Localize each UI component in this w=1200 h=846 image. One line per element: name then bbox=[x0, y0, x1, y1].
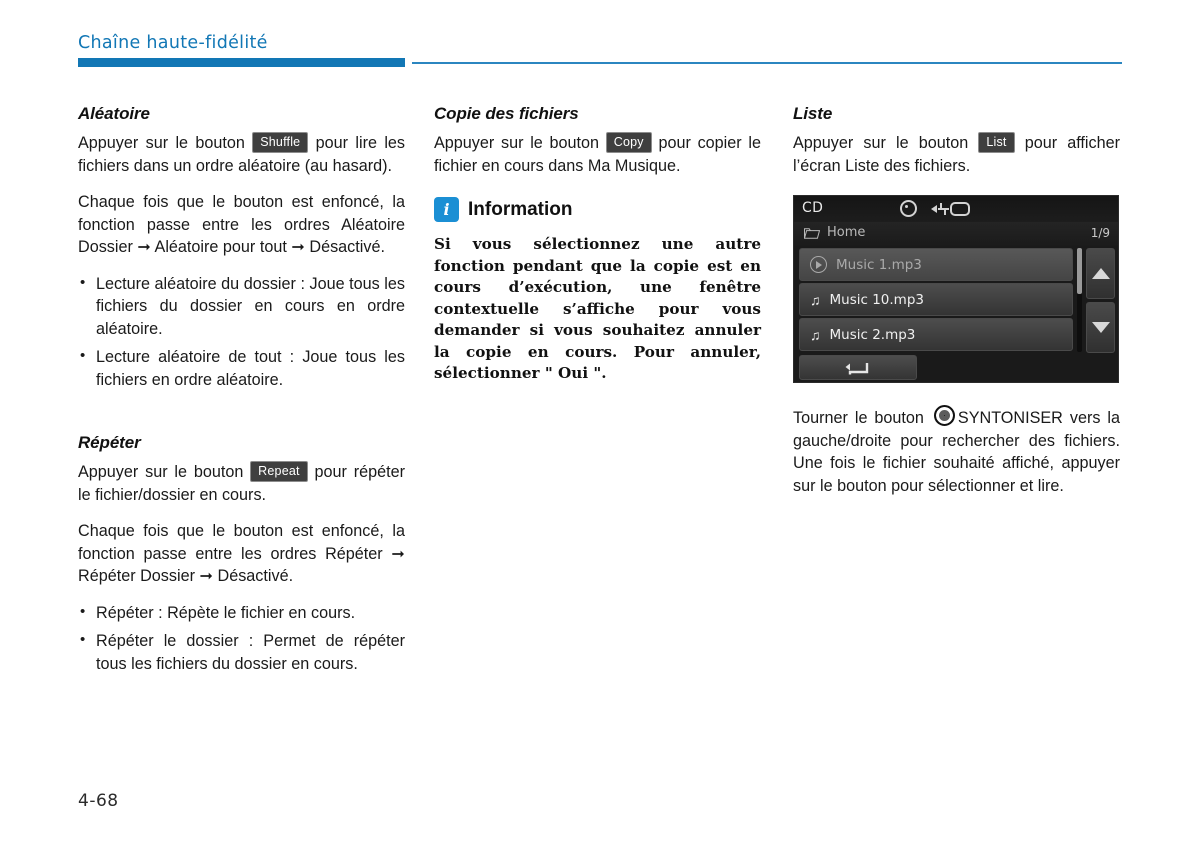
section-title-copy: Copie des fichiers bbox=[434, 104, 579, 123]
header-rule-thick bbox=[78, 58, 405, 67]
shuffle-bullet-list: Lecture aléatoire du dossier : Joue tous… bbox=[78, 272, 405, 392]
information-header: i Information bbox=[434, 197, 761, 222]
screen-scrollbar[interactable] bbox=[1077, 248, 1082, 352]
column-right: Liste Appuyer sur le bouton List pour af… bbox=[793, 104, 1120, 497]
list-item-label: Music 2.mp3 bbox=[829, 326, 916, 343]
list-intro-paragraph: Appuyer sur le bouton List pour afficher… bbox=[793, 132, 1120, 177]
usb-icon bbox=[931, 201, 970, 216]
list-item: Lecture aléatoire de tout : Joue tous le… bbox=[78, 345, 405, 391]
screen-path-label: Home bbox=[827, 225, 866, 240]
disc-icon bbox=[900, 200, 917, 217]
page-number: 4-68 bbox=[78, 791, 119, 811]
list-item: Répéter : Répète le fichier en cours. bbox=[78, 601, 405, 625]
screen-scrollbar-thumb[interactable] bbox=[1077, 248, 1082, 294]
usb-plug-icon bbox=[950, 201, 970, 216]
copy-intro-before: Appuyer sur le bouton bbox=[434, 134, 600, 152]
list-item[interactable]: Music 1.mp3 bbox=[799, 248, 1073, 281]
shuffle-intro-paragraph: Appuyer sur le bouton Shuffle pour lire … bbox=[78, 132, 405, 177]
section-title-shuffle: Aléatoire bbox=[78, 104, 150, 123]
tune-knob-label: SYNTONISER bbox=[957, 409, 1063, 427]
chevron-down-icon bbox=[1091, 322, 1110, 333]
scroll-up-button[interactable] bbox=[1086, 248, 1115, 299]
repeat-bullet-list: Répéter : Répète le fichier en cours. Ré… bbox=[78, 601, 405, 676]
tune-knob-icon bbox=[933, 405, 955, 426]
list-item: Répéter le dossier : Permet de répéter t… bbox=[78, 629, 405, 675]
information-body: Si vous sélectionnez une autre fonction … bbox=[434, 235, 761, 382]
music-note-icon: ♫ bbox=[810, 291, 821, 308]
screen-file-list: Music 1.mp3 ♫ Music 10.mp3 ♫ Music 2.mp3 bbox=[799, 248, 1073, 353]
usb-arrow-icon bbox=[931, 204, 937, 213]
list-item-label: Music 1.mp3 bbox=[836, 256, 922, 273]
repeat-key-badge[interactable]: Repeat bbox=[250, 461, 308, 482]
screen-path-bar: Home 1/9 bbox=[794, 222, 1118, 246]
head-unit-screen: CD Home 1/9 Music 1.mp3 ♫ Music 10.mp3 ♫… bbox=[793, 195, 1119, 383]
screen-source-label: CD bbox=[802, 200, 824, 216]
copy-intro-paragraph: Appuyer sur le bouton Copy pour copier l… bbox=[434, 132, 761, 177]
screen-status-bar: CD bbox=[794, 196, 1118, 223]
chevron-up-icon bbox=[1091, 268, 1110, 279]
tune-intro-before: Tourner le bouton bbox=[793, 409, 924, 427]
column-middle: Copie des fichiers Appuyer sur le bouton… bbox=[434, 104, 761, 385]
back-arrow-icon bbox=[845, 362, 869, 374]
screen-page-count: 1/9 bbox=[1090, 226, 1110, 240]
list-item-label: Music 10.mp3 bbox=[829, 291, 924, 308]
list-intro-before: Appuyer sur le bouton bbox=[793, 134, 969, 152]
tune-knob-paragraph: Tourner le bouton SYNTONISER vers la gau… bbox=[793, 405, 1120, 497]
usb-stem-icon bbox=[938, 202, 949, 215]
list-item[interactable]: ♫ Music 10.mp3 bbox=[799, 283, 1073, 316]
page-title: Chaîne haute-fidélité bbox=[78, 33, 268, 53]
copy-key-badge[interactable]: Copy bbox=[605, 132, 652, 153]
shuffle-key-badge[interactable]: Shuffle bbox=[252, 132, 309, 153]
screen-status-icons bbox=[900, 200, 970, 217]
shuffle-intro-before: Appuyer sur le bouton bbox=[78, 134, 245, 152]
play-circle-icon bbox=[810, 256, 827, 273]
list-item: Lecture aléatoire du dossier : Joue tous… bbox=[78, 272, 405, 341]
header-rule-thin bbox=[412, 62, 1122, 64]
shuffle-cycle-paragraph: Chaque fois que le bouton est enfoncé, l… bbox=[78, 193, 405, 256]
list-item[interactable]: ♫ Music 2.mp3 bbox=[799, 318, 1073, 351]
section-title-repeat: Répéter bbox=[78, 433, 141, 452]
info-icon: i bbox=[434, 197, 459, 222]
back-button[interactable] bbox=[799, 355, 917, 380]
page-header: Chaîne haute-fidélité bbox=[0, 0, 1200, 70]
folder-icon bbox=[804, 228, 820, 239]
column-left: Aléatoire Appuyer sur le bouton Shuffle … bbox=[78, 104, 405, 681]
information-title: Information bbox=[468, 198, 573, 220]
scroll-down-button[interactable] bbox=[1086, 302, 1115, 353]
list-key-badge[interactable]: List bbox=[978, 132, 1015, 153]
repeat-intro-paragraph: Appuyer sur le bouton Repeat pour répéte… bbox=[78, 461, 405, 506]
section-title-list: Liste bbox=[793, 104, 833, 123]
music-note-icon: ♫ bbox=[810, 326, 821, 343]
repeat-cycle-paragraph: Chaque fois que le bouton est enfoncé, l… bbox=[78, 522, 405, 585]
repeat-intro-before: Appuyer sur le bouton bbox=[78, 463, 244, 481]
